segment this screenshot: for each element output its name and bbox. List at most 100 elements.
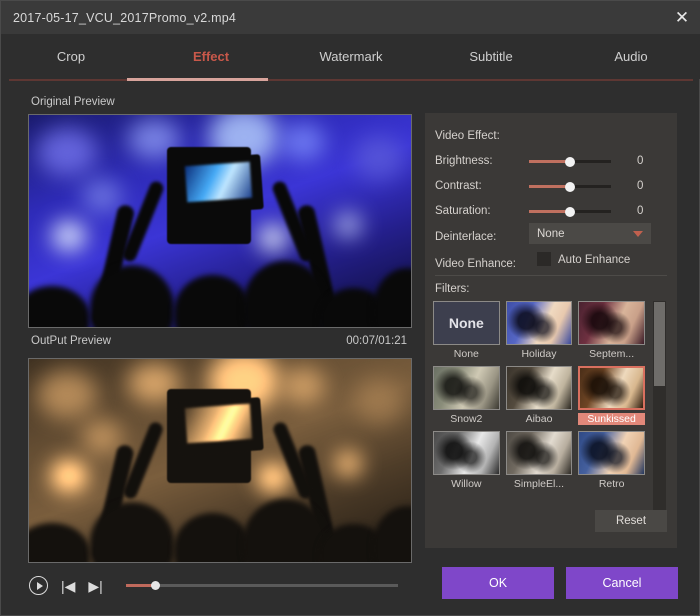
filter-preview-overlay (506, 367, 572, 409)
filter-preview-overlay (580, 368, 643, 408)
contrast-slider-fill (529, 185, 570, 188)
filter-preview-overlay (506, 302, 572, 344)
filter-item-retro[interactable]: Retro (578, 431, 645, 490)
brightness-label: Brightness: (435, 155, 493, 167)
deinterlace-selected-value: None (537, 227, 565, 240)
filter-item-willow[interactable]: Willow (433, 431, 500, 490)
output-preview-label: OutPut Preview (31, 335, 111, 347)
saturation-value: 0 (637, 205, 644, 217)
filter-label: Snow2 (450, 413, 483, 425)
filter-preview-overlay (506, 432, 572, 474)
filter-item-sunkissed[interactable]: Sunkissed (578, 366, 645, 425)
tab-underline (9, 79, 693, 81)
brightness-slider-fill (529, 160, 570, 163)
contrast-value: 0 (637, 180, 644, 192)
brightness-value: 0 (637, 155, 644, 167)
crowd-silhouette (29, 238, 411, 327)
contrast-label: Contrast: (435, 180, 482, 192)
crowd-silhouette (29, 477, 411, 562)
brightness-slider[interactable] (529, 156, 611, 167)
deinterlace-select[interactable]: None (529, 223, 651, 244)
filter-item-snow2[interactable]: Snow2 (433, 366, 500, 425)
cancel-button[interactable]: Cancel (566, 567, 678, 599)
filter-label: None (453, 348, 479, 360)
brightness-slider-handle[interactable] (565, 156, 575, 167)
contrast-slider[interactable] (529, 181, 611, 192)
filter-item-september[interactable]: Septem... (578, 301, 645, 360)
light-blob (353, 379, 404, 424)
light-blob (334, 212, 361, 237)
filters-section-title: Filters: (435, 283, 470, 295)
saturation-slider-fill (529, 210, 570, 213)
filter-thumbnail (578, 366, 645, 410)
filter-none-swatch: None (434, 302, 499, 344)
effect-settings-panel: Video Effect: Brightness: 0 Contrast: 0 … (425, 113, 677, 548)
filter-thumbnail: None (433, 301, 500, 345)
auto-enhance-checkbox[interactable] (537, 252, 551, 266)
filters-scrollbar[interactable] (653, 301, 666, 513)
saturation-slider-handle[interactable] (565, 206, 575, 217)
saturation-slider[interactable] (529, 206, 611, 217)
play-icon[interactable] (29, 576, 48, 595)
filter-thumbnail (433, 431, 500, 475)
contrast-slider-handle[interactable] (565, 181, 575, 192)
filter-label: Retro (598, 478, 625, 490)
filter-thumbnail (578, 431, 645, 475)
reset-button[interactable]: Reset (595, 510, 667, 532)
ok-button[interactable]: OK (442, 567, 554, 599)
seek-handle[interactable] (150, 580, 160, 590)
filter-label: Aibao (525, 413, 553, 425)
close-icon[interactable]: ✕ (669, 5, 695, 29)
light-blob (36, 127, 97, 176)
light-blob (36, 371, 97, 420)
next-frame-icon[interactable]: ▶| (88, 579, 102, 593)
filters-scrollbar-thumb[interactable] (654, 302, 665, 386)
filter-item-aibao[interactable]: Aibao (505, 366, 573, 425)
filter-label: Willow (451, 478, 482, 490)
filter-preview-overlay (434, 367, 499, 409)
filter-item-holiday[interactable]: Holiday (505, 301, 573, 360)
tab-effect[interactable]: Effect (141, 34, 281, 79)
filter-label: Sunkissed (578, 413, 645, 425)
filter-thumbnail (433, 366, 500, 410)
tab-crop[interactable]: Crop (1, 34, 141, 79)
transport-controls: |◀ ▶| (29, 576, 398, 595)
deinterlace-label: Deinterlace: (435, 231, 497, 243)
concert-scene-output (29, 359, 411, 562)
filter-item-simpleelegance[interactable]: SimpleEl... (505, 431, 573, 490)
section-divider (435, 275, 667, 276)
light-blob (334, 452, 361, 477)
title-bar: 2017-05-17_VCU_2017Promo_v2.mp4 ✕ (1, 1, 700, 34)
output-preview (28, 358, 412, 563)
original-preview-label: Original Preview (31, 96, 115, 108)
seek-slider[interactable] (125, 580, 398, 590)
tab-active-indicator (127, 78, 268, 81)
timecode-display: 00:07/01:21 (346, 335, 407, 347)
concert-scene-original (29, 115, 411, 327)
window-title: 2017-05-17_VCU_2017Promo_v2.mp4 (13, 10, 237, 25)
saturation-label: Saturation: (435, 205, 491, 217)
filter-preview-overlay (579, 432, 644, 474)
filter-item-none[interactable]: None None (433, 301, 500, 360)
tab-watermark[interactable]: Watermark (281, 34, 421, 79)
filter-thumbnail (578, 301, 645, 345)
tab-subtitle[interactable]: Subtitle (421, 34, 561, 79)
chevron-down-icon (633, 231, 643, 237)
original-preview (28, 114, 412, 328)
light-blob (281, 367, 326, 406)
filter-preview-overlay (579, 302, 644, 344)
previous-frame-icon[interactable]: |◀ (61, 579, 75, 593)
light-blob (82, 178, 123, 213)
tab-audio[interactable]: Audio (561, 34, 700, 79)
phone-screen (184, 161, 252, 203)
filter-thumbnail (505, 366, 573, 410)
filter-thumbnail (505, 301, 573, 345)
filter-preview-overlay (434, 432, 499, 474)
video-effect-section-title: Video Effect: (435, 130, 500, 142)
video-effect-dialog: 2017-05-17_VCU_2017Promo_v2.mp4 ✕ Crop E… (0, 0, 700, 616)
auto-enhance-label: Auto Enhance (558, 254, 631, 266)
filter-thumbnail (505, 431, 573, 475)
phone-screen (184, 403, 252, 443)
light-blob (353, 136, 404, 181)
filter-label: SimpleEl... (513, 478, 565, 490)
